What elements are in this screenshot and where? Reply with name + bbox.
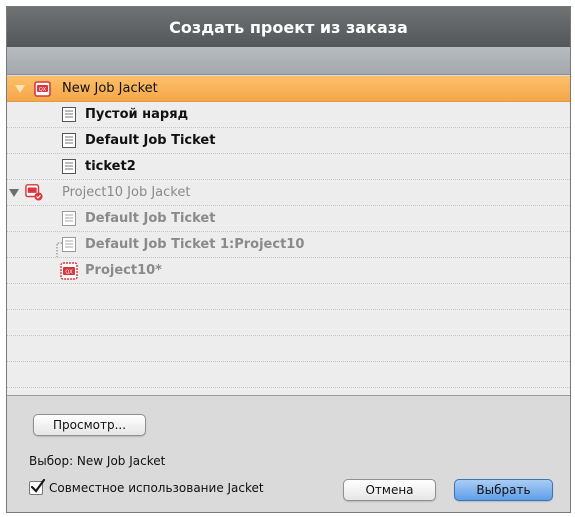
dialog-footer: Просмотр... Выбор: New Job Jacket Совмес… <box>7 397 570 512</box>
tree-row-empty <box>7 336 570 362</box>
jacket-tree: QX New Job Jacket Пустой наряд Default J… <box>7 76 570 396</box>
dialog-window: Создать проект из заказа QX New Job Jack… <box>6 6 571 513</box>
share-jacket-label[interactable]: Совместное использование Jacket <box>49 481 264 495</box>
tree-label: Project10* <box>85 263 162 278</box>
cancel-button[interactable]: Отмена <box>343 479 436 501</box>
tree-row-ticket[interactable]: Default Job Ticket <box>7 128 570 154</box>
tree-label: ticket2 <box>85 159 136 174</box>
share-jacket-checkbox[interactable] <box>29 479 46 495</box>
project-icon: QX <box>60 262 78 280</box>
tree-row-ticket[interactable]: Default Job Ticket <box>7 206 570 232</box>
tree-label: Default Job Ticket <box>85 211 216 226</box>
tree-row-empty <box>7 284 570 310</box>
checkmark-icon <box>30 479 46 493</box>
tree-row-new-job-jacket[interactable]: QX New Job Jacket <box>7 76 570 102</box>
dialog-title: Создать проект из заказа <box>169 17 408 37</box>
tree-label: Project10 Job Jacket <box>62 185 191 200</box>
job-ticket-icon <box>62 237 76 252</box>
tree-row-empty <box>7 362 570 388</box>
svg-text:QX: QX <box>65 270 73 276</box>
disclosure-triangle-icon[interactable] <box>9 189 19 197</box>
tree-row-empty <box>7 310 570 336</box>
tree-label: Пустой наряд <box>85 107 189 122</box>
job-ticket-icon <box>62 133 76 148</box>
choose-button[interactable]: Выбрать <box>454 479 553 501</box>
job-jacket-icon <box>25 184 43 201</box>
job-jacket-icon: QX <box>34 81 51 97</box>
dialog-titlebar: Создать проект из заказа <box>7 7 570 47</box>
tree-label: Default Job Ticket 1:Project10 <box>85 237 305 252</box>
tree-row-ticket[interactable]: Пустой наряд <box>7 102 570 128</box>
tree-row-ticket[interactable]: Default Job Ticket 1:Project10 <box>7 232 570 258</box>
job-ticket-icon <box>62 211 76 226</box>
tree-label: New Job Jacket <box>62 81 158 96</box>
selection-status: Выбор: New Job Jacket <box>29 454 166 468</box>
tree-row-project10-job-jacket[interactable]: Project10 Job Jacket <box>7 180 570 206</box>
job-ticket-icon <box>62 159 76 174</box>
tree-row-ticket[interactable]: ticket2 <box>7 154 570 180</box>
dialog-header-band <box>7 47 570 75</box>
preview-button[interactable]: Просмотр... <box>33 414 146 436</box>
disclosure-triangle-icon[interactable] <box>15 85 25 93</box>
tree-row-project[interactable]: QX Project10* <box>7 258 570 284</box>
job-ticket-icon <box>62 107 76 122</box>
svg-text:QX: QX <box>39 87 47 93</box>
tree-label: Default Job Ticket <box>85 133 216 148</box>
